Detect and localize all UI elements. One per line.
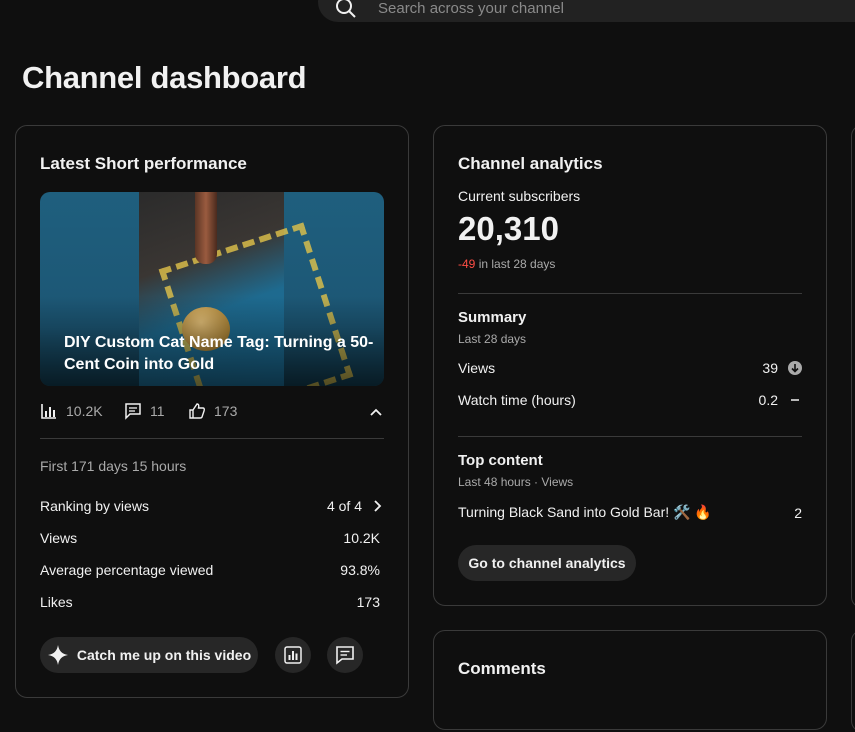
top-content-item-title: Turning Black Sand into Gold Bar! 🛠️ 🔥 — [458, 504, 712, 520]
views-row: Views 10.2K — [40, 530, 380, 546]
comments-count: 11 — [150, 403, 165, 419]
divider — [458, 436, 802, 437]
summary-views-row: Views 39 — [458, 360, 802, 376]
latest-short-card-title: Latest Short performance — [40, 154, 247, 173]
summary-views-label: Views — [458, 360, 496, 376]
comments-card-title: Comments — [458, 659, 546, 678]
analytics-button[interactable] — [275, 637, 311, 673]
trend-neutral-icon — [791, 399, 799, 401]
comments-stat: 11 — [124, 402, 165, 420]
avg-viewed-row: Average percentage viewed 93.8% — [40, 562, 380, 578]
period-label: First 171 days 15 hours — [40, 458, 187, 474]
sparkle-icon — [47, 645, 68, 665]
avg-viewed-value: 93.8% — [340, 562, 380, 578]
ranking-label: Ranking by views — [40, 498, 149, 514]
video-title: DIY Custom Cat Name Tag: Turning a 50-Ce… — [64, 334, 374, 373]
search-input[interactable] — [376, 0, 840, 20]
bar-chart-icon — [41, 404, 56, 419]
summary-watch-row: Watch time (hours) 0.2 — [458, 392, 802, 408]
comments-button[interactable] — [327, 637, 363, 673]
latest-short-card: Latest Short performance DIY Custom Cat … — [15, 125, 409, 698]
ranking-row[interactable]: Ranking by views 4 of 4 — [40, 498, 384, 514]
top-content-item[interactable]: Turning Black Sand into Gold Bar! 🛠️ 🔥 2 — [458, 504, 802, 521]
ranking-value: 4 of 4 — [326, 498, 362, 514]
top-content-item-value: 2 — [794, 504, 802, 521]
subscribers-change: -49 in last 28 days — [458, 257, 555, 271]
partial-card — [851, 630, 855, 732]
chevron-up-icon[interactable] — [368, 404, 384, 420]
comments-card: Comments — [433, 630, 827, 730]
analytics-icon — [284, 646, 302, 664]
comment-icon — [336, 646, 354, 665]
catch-me-up-button[interactable]: Catch me up on this video — [40, 637, 258, 673]
divider — [40, 438, 384, 439]
likes-label: Likes — [40, 594, 73, 610]
likes-stat: 173 — [188, 402, 237, 420]
views-label: Views — [40, 530, 78, 546]
channel-analytics-title: Channel analytics — [458, 154, 603, 173]
partial-card — [851, 125, 855, 608]
summary-title: Summary — [458, 309, 527, 326]
channel-analytics-card: Channel analytics Current subscribers 20… — [433, 125, 827, 606]
thumbs-up-icon — [189, 403, 205, 419]
chevron-right-icon[interactable] — [370, 499, 384, 513]
likes-count: 173 — [214, 403, 238, 419]
divider — [458, 293, 802, 294]
page-title: Channel dashboard — [22, 60, 307, 95]
subscribers-label: Current subscribers — [458, 188, 581, 204]
views-count: 10.2K — [66, 403, 103, 419]
search-icon — [336, 0, 356, 18]
summary-watch-label: Watch time (hours) — [458, 392, 576, 408]
summary-views-value: 39 — [762, 360, 778, 376]
search-bar[interactable] — [318, 0, 855, 22]
avg-viewed-label: Average percentage viewed — [40, 562, 214, 578]
video-thumbnail[interactable]: DIY Custom Cat Name Tag: Turning a 50-Ce… — [40, 192, 384, 386]
top-content-title: Top content — [458, 452, 543, 469]
likes-row: Likes 173 — [40, 594, 380, 610]
comment-icon — [125, 403, 141, 420]
likes-value: 173 — [356, 594, 380, 610]
views-stat: 10.2K — [40, 402, 103, 420]
subscribers-count: 20,310 — [458, 210, 559, 247]
summary-watch-value: 0.2 — [758, 392, 778, 408]
views-value: 10.2K — [343, 530, 380, 546]
top-content-period: Last 48 hours · Views — [458, 475, 574, 489]
go-to-analytics-button[interactable]: Go to channel analytics — [458, 545, 636, 581]
trend-down-icon — [788, 361, 802, 375]
subscribers-change-suffix: in last 28 days — [478, 257, 556, 271]
subscribers-change-value: -49 — [458, 257, 476, 271]
summary-period: Last 28 days — [458, 332, 527, 346]
